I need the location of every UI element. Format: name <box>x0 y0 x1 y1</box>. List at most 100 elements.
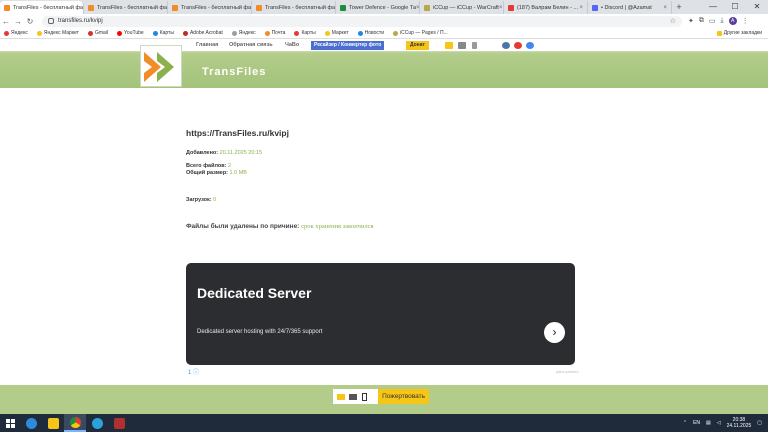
ad-info[interactable]: 1 ⓘ <box>188 367 199 376</box>
file-url[interactable]: https://TransFiles.ru/kvipj <box>186 128 578 138</box>
nav-donate[interactable]: Донат <box>406 41 429 50</box>
deleted-notice: Файлы были удалены по причине: срок хран… <box>186 223 578 230</box>
browser-tab[interactable]: TransFiles - бесплатный фа× <box>0 1 84 14</box>
taskbar-explorer-icon[interactable] <box>42 414 64 432</box>
address-bar[interactable]: transfiles.ru/kvipj ☆ <box>42 15 682 27</box>
back-icon[interactable]: ← <box>0 17 12 26</box>
forward-icon[interactable]: → <box>12 17 24 26</box>
browser-tab[interactable]: TransFiles - бесплатный фа× <box>252 1 336 14</box>
new-tab-icon[interactable]: + <box>672 0 686 14</box>
bookmark-item[interactable]: YouTube <box>117 30 144 36</box>
bookmark-favicon-icon <box>393 30 399 36</box>
tab-close-icon[interactable]: × <box>579 5 583 11</box>
nav-feedback[interactable]: Обратная связь <box>229 42 273 48</box>
taskbar-chrome-icon[interactable] <box>64 414 86 432</box>
bookmark-item[interactable]: Яндекс Маркет <box>36 30 79 36</box>
bookmark-item[interactable]: Яндекс <box>231 30 256 36</box>
bookmark-star-icon[interactable]: ☆ <box>670 17 676 25</box>
card-icon[interactable] <box>348 392 357 401</box>
site-header: Главная Обратная связь ЧаВо Ресайзер / К… <box>0 40 768 88</box>
bookmark-item[interactable]: Gmail <box>87 30 108 36</box>
menu-icon[interactable]: ⋮ <box>742 17 749 25</box>
sidebar-icon[interactable]: ▭ <box>709 17 716 25</box>
bookmark-item[interactable]: Карты <box>152 30 174 36</box>
extensions-icon[interactable]: ✦ <box>688 17 694 25</box>
bookmark-item[interactable]: Почта <box>264 30 286 36</box>
wallet-icon[interactable] <box>336 392 345 401</box>
tab-close-icon[interactable]: × <box>416 5 419 11</box>
taskbar-app-icon[interactable] <box>108 414 130 432</box>
deleted-label: Файлы были удалены по причине: <box>186 223 300 230</box>
bookmark-item[interactable]: Маркет <box>324 30 349 36</box>
bookmark-item[interactable]: Новости <box>357 30 385 36</box>
taskbar: ⌃ EN ▤ ◁ 20:38 24.11.2025 ▢ <box>0 414 768 432</box>
footer-donate-button[interactable]: Пожертвовать <box>378 389 429 404</box>
tab-close-icon[interactable]: × <box>663 5 667 11</box>
nav-faq[interactable]: ЧаВо <box>285 42 299 48</box>
start-button[interactable] <box>0 414 20 432</box>
browser-tab[interactable]: Tower Defence - Google Та × <box>336 1 420 14</box>
bookmark-label: YouTube <box>124 30 144 36</box>
bookmark-favicon-icon <box>294 30 300 36</box>
taskbar-edge-icon[interactable] <box>20 414 42 432</box>
browser-toolbar: ← → ↻ transfiles.ru/kvipj ☆ ✦ ⧉ ▭ ⤓ A ⋮ <box>0 14 768 28</box>
nav-home[interactable]: Главная <box>196 42 218 48</box>
files-value: 2 <box>227 163 232 169</box>
site-info-icon[interactable] <box>48 18 54 24</box>
tab-favicon-icon <box>424 4 430 11</box>
tab-label: • Discord | @Azamat <box>601 4 652 11</box>
bookmark-item[interactable]: Adobe Acrobat <box>182 30 223 36</box>
puzzle-icon[interactable]: ⧉ <box>699 17 704 25</box>
added-value: 20.11.2025 20:15 <box>219 150 263 156</box>
tab-close-icon[interactable]: × <box>499 5 503 11</box>
bookmark-label: Новости <box>364 30 385 36</box>
taskbar-telegram-icon[interactable] <box>86 414 108 432</box>
bookmark-favicon-icon <box>182 30 188 36</box>
other-bookmarks[interactable]: Другие закладки <box>716 30 762 36</box>
ad-arrow-button[interactable]: › <box>544 322 565 343</box>
site-logo[interactable] <box>140 45 182 87</box>
clock[interactable]: 20:38 24.11.2025 <box>727 417 752 429</box>
bookmark-item[interactable]: Карты <box>294 30 316 36</box>
profile-avatar[interactable]: A <box>728 17 737 25</box>
maximize-icon[interactable]: ☐ <box>724 0 746 14</box>
card-icon[interactable] <box>458 42 466 49</box>
bookmark-favicon-icon <box>357 30 363 36</box>
nav-resizer[interactable]: Ресайзер / Конвертер фото <box>311 41 385 50</box>
ad-banner[interactable]: Dedicated Server Dedicated server hostin… <box>186 263 575 365</box>
volume-icon[interactable]: ◁ <box>717 420 721 426</box>
phone-icon[interactable] <box>472 42 477 49</box>
yandex-icon[interactable] <box>514 42 522 49</box>
browser-tab[interactable]: • Discord | @Azamat × <box>588 1 672 14</box>
phone-icon[interactable] <box>360 392 369 401</box>
browser-tab[interactable]: iCCup — iCCup - WarCraft × <box>420 1 504 14</box>
tab-favicon-icon <box>172 4 178 11</box>
address-url: transfiles.ru/kvipj <box>58 18 103 24</box>
reload-icon[interactable]: ↻ <box>24 17 36 26</box>
tab-favicon-icon <box>4 4 10 11</box>
vk-icon[interactable] <box>502 42 510 49</box>
bookmark-favicon-icon <box>4 30 9 36</box>
tab-label: TransFiles - бесплатный фа <box>97 4 168 11</box>
browser-tab[interactable]: (187) Валрам Белин - ... × <box>504 1 588 14</box>
browser-tab[interactable]: TransFiles - бесплатный фа× <box>84 1 168 14</box>
tab-label: Tower Defence - Google Та <box>349 4 417 11</box>
tray-arrow-icon[interactable]: ⌃ <box>683 420 687 426</box>
wallet-icon[interactable] <box>445 42 453 49</box>
language-indicator[interactable]: EN <box>693 420 700 426</box>
downloads-row: Загрузок: 0 <box>186 197 578 203</box>
window-controls: — ☐ ✕ <box>702 0 768 14</box>
tab-strip: TransFiles - бесплатный фа×TransFiles - … <box>0 0 768 14</box>
network-icon[interactable]: ▤ <box>706 420 711 426</box>
notifications-icon[interactable]: ▢ <box>757 420 762 426</box>
download-icon[interactable]: ⤓ <box>721 17 724 25</box>
bookmark-label: Почта <box>271 30 286 36</box>
bookmark-favicon-icon <box>324 30 330 36</box>
bookmark-item[interactable]: Яндекс <box>4 30 28 36</box>
site-brand: TransFiles <box>202 66 267 78</box>
close-icon[interactable]: ✕ <box>746 0 768 14</box>
bookmark-item[interactable]: iCCup — Pages / П... <box>393 30 448 36</box>
minimize-icon[interactable]: — <box>702 0 724 14</box>
browser-tab[interactable]: TransFiles - бесплатный фа× <box>168 1 252 14</box>
google-icon[interactable] <box>526 42 534 49</box>
